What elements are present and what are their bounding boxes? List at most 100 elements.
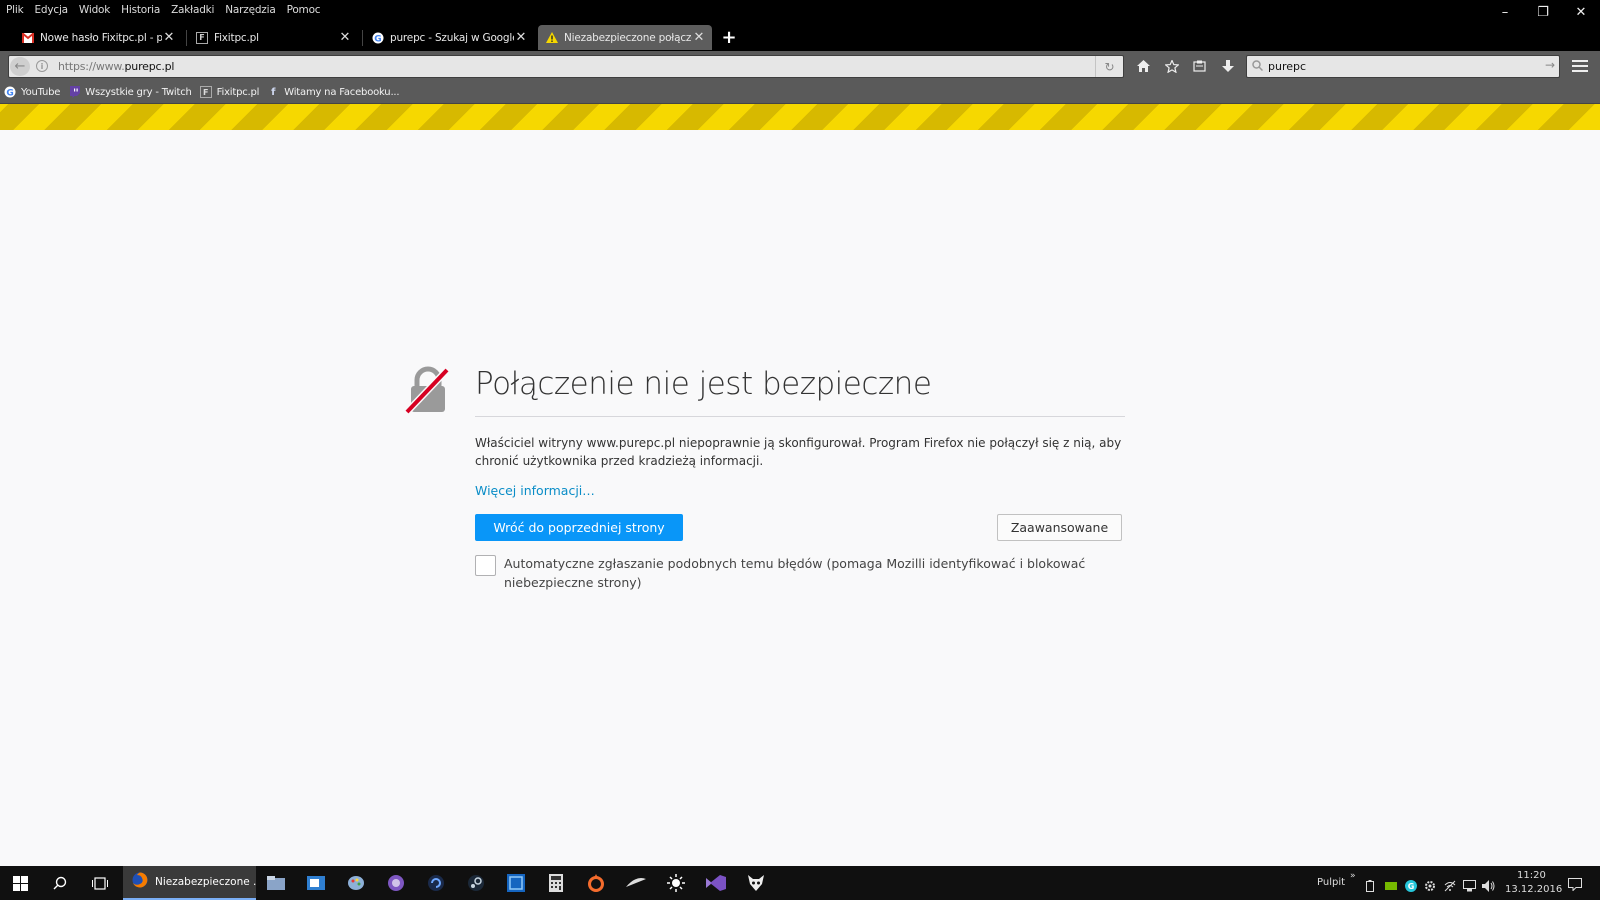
clock-date[interactable]: 13.12.2016 <box>1505 884 1562 895</box>
bookmark-youtube[interactable]: G YouTube <box>4 86 60 98</box>
taskbar: Niezabezpieczone ... Pulpit » G 11:20 13… <box>0 866 1600 900</box>
menu-edycja[interactable]: Edycja <box>28 4 72 16</box>
search-input[interactable]: purepc <box>1268 60 1306 73</box>
action-center-icon[interactable] <box>1568 876 1582 892</box>
pulpit-toolbar[interactable]: Pulpit <box>1317 877 1345 888</box>
svg-text:G: G <box>6 89 13 99</box>
bookmark-facebook[interactable]: f Witamy na Facebooku... <box>267 86 399 98</box>
taskbar-app-label: Niezabezpieczone ... <box>155 876 256 888</box>
close-icon[interactable]: ✕ <box>514 30 528 45</box>
new-tab-button[interactable]: + <box>720 26 738 48</box>
settings-gear-icon[interactable] <box>1424 877 1436 891</box>
google-icon: G <box>4 86 16 98</box>
windows-start-icon[interactable] <box>0 866 40 900</box>
menu-bar: Plik Edycja Widok Historia Zakładki Narz… <box>0 0 1600 20</box>
advanced-button[interactable]: Zaawansowane <box>997 514 1122 541</box>
home-icon[interactable] <box>1134 57 1152 75</box>
chevron-right-icon[interactable]: » <box>1350 871 1356 881</box>
task-view-icon[interactable] <box>80 866 120 900</box>
tab-title: purepc - Szukaj w Google <box>390 31 514 44</box>
bookmark-twitch[interactable]: Wszystkie gry - Twitch <box>68 86 192 98</box>
steam-icon[interactable] <box>456 866 496 900</box>
battery-icon[interactable] <box>1366 877 1378 892</box>
download-icon[interactable] <box>1219 57 1237 75</box>
window-controls: – ❐ ✕ <box>1486 0 1600 24</box>
search-bar[interactable]: purepc → <box>1246 55 1560 78</box>
close-icon[interactable]: ✕ <box>692 30 706 45</box>
brightness-icon[interactable] <box>656 866 696 900</box>
menu-narzedzia[interactable]: Narzędzia <box>219 4 280 16</box>
visual-studio-icon[interactable] <box>696 866 736 900</box>
search-icon[interactable] <box>40 866 80 900</box>
menu-zakladki[interactable]: Zakładki <box>165 4 219 16</box>
bookmark-label: YouTube <box>21 86 61 98</box>
minimize-button[interactable]: – <box>1486 0 1524 24</box>
origin-icon[interactable] <box>576 866 616 900</box>
search-icon <box>1252 60 1264 72</box>
url-prefix: https://www. <box>58 60 125 73</box>
search-go-arrow-icon[interactable]: → <box>1545 58 1555 72</box>
nvidia-icon[interactable] <box>1385 877 1397 890</box>
app-fox-mask-icon[interactable] <box>736 866 776 900</box>
app-grid-icon[interactable] <box>496 866 536 900</box>
fixitpc-icon: F <box>199 86 212 98</box>
bookmark-label: Witamy na Facebooku... <box>284 86 400 98</box>
wifi-off-icon[interactable] <box>1444 877 1456 892</box>
menu-widok[interactable]: Widok <box>73 4 115 16</box>
twitch-icon <box>68 86 80 98</box>
menu-plik[interactable]: Plik <box>0 4 28 16</box>
tab-gmail[interactable]: Nowe hasło Fixitpc.pl - piz... ✕ <box>14 25 182 50</box>
error-title: Połączenie nie jest bezpieczne <box>475 366 932 402</box>
svg-text:G: G <box>1408 882 1415 891</box>
warning-icon <box>546 32 558 44</box>
url-bar[interactable]: ← i https://www.purepc.pl ↻ <box>8 55 1124 78</box>
tab-fixitpc[interactable]: F Fixitpc.pl ✕ <box>188 25 358 50</box>
go-back-button[interactable]: Wróć do poprzedniej strony <box>475 514 683 541</box>
tab-separator <box>362 30 363 46</box>
close-window-button[interactable]: ✕ <box>1562 0 1600 24</box>
bookmark-star-icon[interactable] <box>1163 57 1181 75</box>
more-info-link[interactable]: Więcej informacji… <box>475 483 595 498</box>
tab-insecure-connection[interactable]: Niezabezpieczone połącze... ✕ <box>538 25 712 50</box>
bookmark-label: Fixitpc.pl <box>216 86 260 98</box>
clock-time[interactable]: 11:20 <box>1517 870 1546 881</box>
bookmarks-toolbar: G YouTube Wszystkie gry - Twitch F Fixit… <box>0 81 1600 104</box>
network-icon[interactable] <box>1463 877 1476 892</box>
paint-icon[interactable] <box>336 866 376 900</box>
app-feather-icon[interactable] <box>616 866 656 900</box>
title-divider <box>475 416 1125 417</box>
app-tray-g-icon[interactable]: G <box>1405 877 1417 892</box>
reload-icon[interactable]: ↻ <box>1095 56 1123 77</box>
app-blue-swirl-icon[interactable] <box>416 866 456 900</box>
taskbar-firefox-app[interactable]: Niezabezpieczone ... <box>123 866 256 900</box>
bookmark-fixitpc[interactable]: F Fixitpc.pl <box>199 86 260 98</box>
error-description: Właściciel witryny www.purepc.pl niepopr… <box>475 436 1122 468</box>
google-icon: G <box>372 32 384 44</box>
tab-separator <box>186 30 187 46</box>
restore-button[interactable]: ❐ <box>1524 0 1562 24</box>
outlook-icon[interactable] <box>296 866 336 900</box>
info-icon[interactable]: i <box>36 60 48 72</box>
menu-hamburger-icon[interactable] <box>1572 60 1588 72</box>
close-icon[interactable]: ✕ <box>162 30 176 45</box>
file-explorer-icon[interactable] <box>256 866 296 900</box>
svg-text:G: G <box>374 34 381 44</box>
close-icon[interactable]: ✕ <box>338 30 352 45</box>
tab-title: Fixitpc.pl <box>214 31 259 44</box>
gmail-icon <box>22 32 34 44</box>
facebook-icon: f <box>271 86 276 98</box>
calculator-icon[interactable] <box>536 866 576 900</box>
url-domain: purepc.pl <box>124 60 175 73</box>
report-errors-checkbox[interactable] <box>475 555 496 576</box>
report-errors-label: Automatyczne zgłaszanie podobnych temu b… <box>504 556 1086 590</box>
url-text[interactable]: https://www.purepc.pl <box>58 60 174 73</box>
tab-google-search[interactable]: G purepc - Szukaj w Google ✕ <box>364 25 534 50</box>
volume-icon[interactable] <box>1482 877 1495 892</box>
back-arrow-icon[interactable]: ← <box>10 57 30 76</box>
warning-stripe <box>0 104 1600 130</box>
menu-historia[interactable]: Historia <box>115 4 165 16</box>
firefox-icon <box>132 872 148 892</box>
menu-pomoc[interactable]: Pomoc <box>281 4 326 16</box>
library-icon[interactable] <box>1190 57 1208 75</box>
app-purple-circle-icon[interactable] <box>376 866 416 900</box>
